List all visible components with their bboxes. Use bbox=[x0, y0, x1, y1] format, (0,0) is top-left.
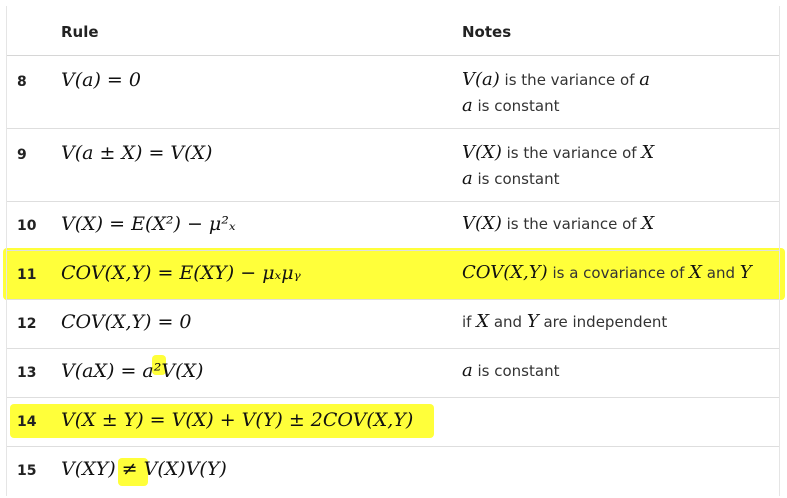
table-row: 14 V(X ± Y) = V(X) + V(Y) ± 2COV(X,Y) bbox=[7, 398, 779, 447]
rule-formula: COV(X,Y) = 0 bbox=[61, 311, 192, 333]
header-notes: Notes bbox=[462, 23, 512, 41]
header-rule: Rule bbox=[61, 23, 99, 41]
row-number: 8 bbox=[17, 74, 27, 90]
rule-formula: V(X ± Y) = V(X) + V(Y) ± 2COV(X,Y) bbox=[61, 409, 414, 431]
row-number: 9 bbox=[17, 147, 27, 163]
rule-formula: V(X) = E(X²) − μ²ₓ bbox=[61, 213, 236, 235]
note-line-1: V(X) is the variance of X bbox=[462, 213, 655, 234]
rule-formula: COV(X,Y) = E(XY) − μₓμᵧ bbox=[61, 262, 301, 284]
note-line-1: V(a) is the variance of a bbox=[462, 69, 650, 90]
table-row: 11 COV(X,Y) = E(XY) − μₓμᵧ COV(X,Y) is a… bbox=[7, 251, 779, 300]
row-number: 14 bbox=[17, 414, 37, 430]
rule-formula: V(a ± X) = V(X) bbox=[61, 142, 213, 164]
table-row: 8 V(a) = 0 V(a) is the variance of a a i… bbox=[7, 56, 779, 129]
note-line-1: COV(X,Y) is a covariance of X and Y bbox=[462, 262, 752, 283]
note-line-1: V(X) is the variance of X bbox=[462, 142, 655, 163]
note-line-2: a is constant bbox=[462, 168, 560, 189]
table-row: 9 V(a ± X) = V(X) V(X) is the variance o… bbox=[7, 129, 779, 202]
table-row: 13 V(aX) = a²V(X) a is constant bbox=[7, 349, 779, 398]
note-line-2: a is constant bbox=[462, 95, 560, 116]
table-row: 15 V(XY) ≠ V(X)V(Y) bbox=[7, 447, 779, 496]
rule-formula: V(a) = 0 bbox=[61, 69, 141, 91]
note-line-1: if X and Y are independent bbox=[462, 311, 668, 332]
row-number: 15 bbox=[17, 463, 37, 479]
row-number: 11 bbox=[17, 267, 37, 283]
table-row: 12 COV(X,Y) = 0 if X and Y are independe… bbox=[7, 300, 779, 349]
row-number: 12 bbox=[17, 316, 37, 332]
rules-table: Rule Notes 8 V(a) = 0 V(a) is the varian… bbox=[6, 6, 780, 496]
rule-formula: V(XY) ≠ V(X)V(Y) bbox=[61, 458, 227, 480]
row-number: 10 bbox=[17, 218, 37, 234]
rule-formula: V(aX) = a²V(X) bbox=[61, 360, 204, 382]
table-row: 10 V(X) = E(X²) − μ²ₓ V(X) is the varian… bbox=[7, 202, 779, 251]
row-number: 13 bbox=[17, 365, 37, 381]
table-header: Rule Notes bbox=[7, 6, 779, 56]
note-line-1: a is constant bbox=[462, 360, 560, 381]
